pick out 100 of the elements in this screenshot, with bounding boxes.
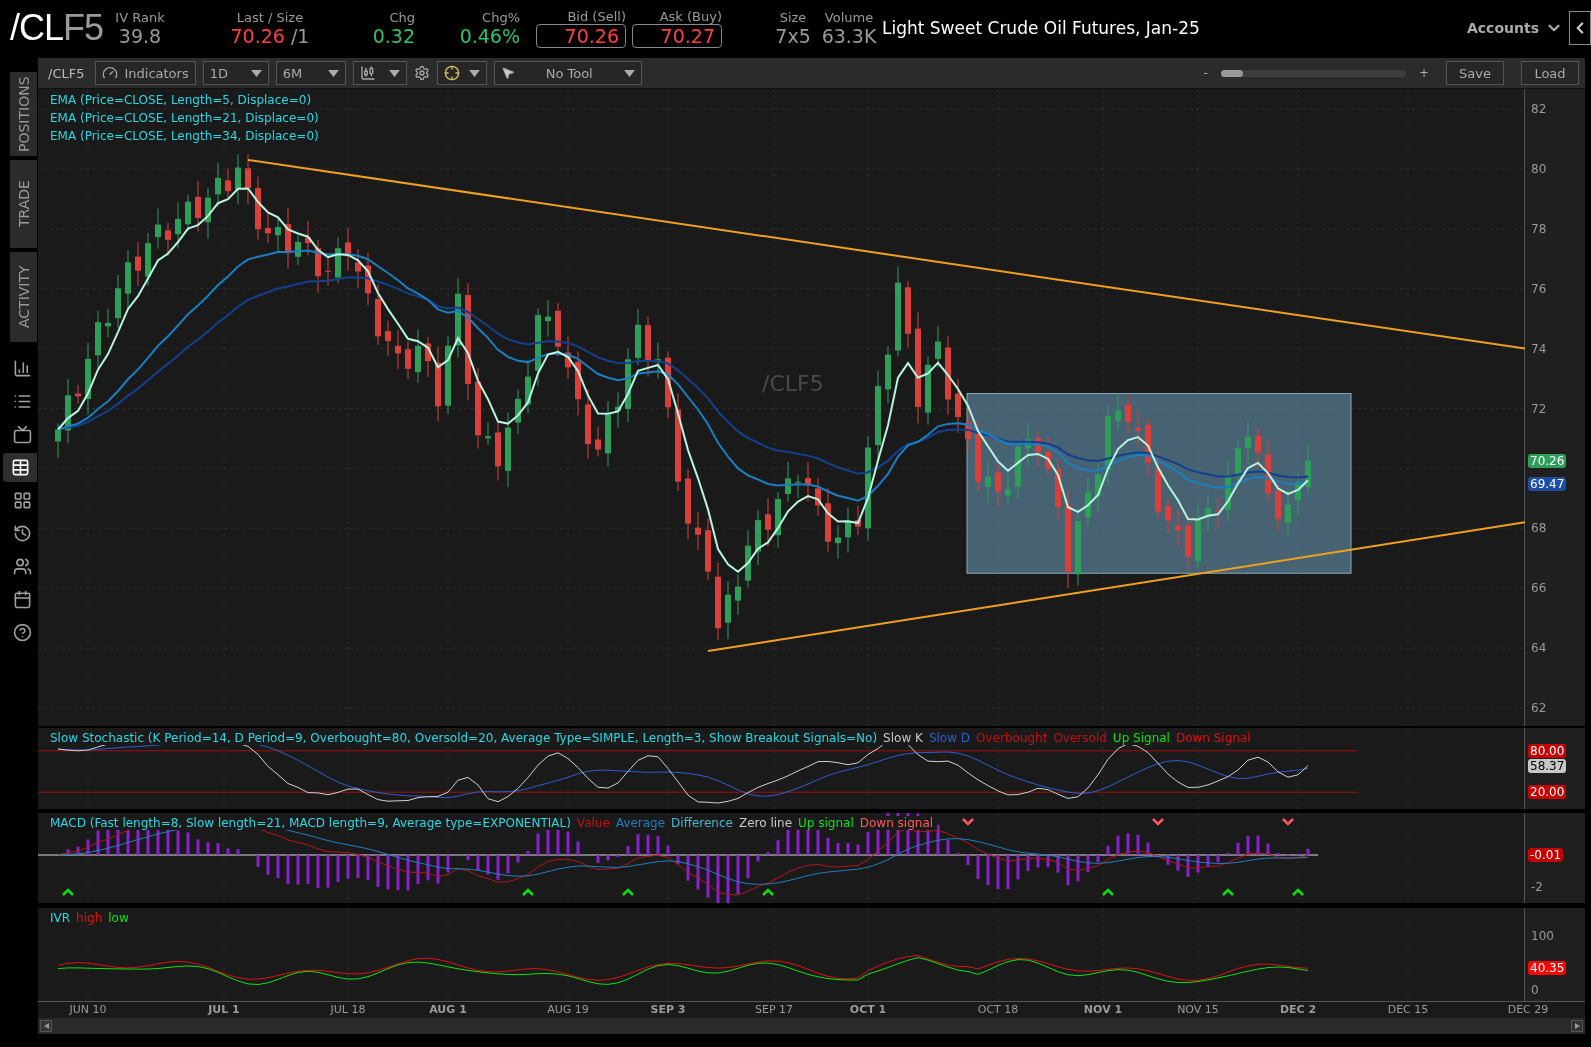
drawing-tool-dropdown[interactable] <box>436 61 487 85</box>
zoom-out-button[interactable]: - <box>1203 66 1208 80</box>
candle <box>95 310 101 372</box>
candle <box>1025 422 1031 466</box>
legend-item: Up Signal <box>1112 731 1170 745</box>
candle <box>1035 430 1041 466</box>
study-title: MACD (Fast length=8, Slow length=21, MACD length=9, Average type=EXPONENTIAL) <box>50 816 571 830</box>
candle <box>135 241 141 287</box>
toolbar-button[interactable]: Load <box>1521 61 1579 85</box>
cursor-icon <box>500 66 515 80</box>
candle <box>415 328 421 384</box>
candle <box>585 389 591 460</box>
legend-item: Slow D <box>928 731 971 745</box>
candle <box>695 511 701 551</box>
side-tab[interactable]: POSITIONS <box>10 72 37 156</box>
zoom-slider[interactable] <box>1220 69 1406 77</box>
side-tab[interactable]: TRADE <box>10 160 37 248</box>
study-label: EMA (Price=CLOSE, Length=34, Displace=0) <box>50 129 319 143</box>
date-label: JUN 10 <box>69 1003 107 1016</box>
scroll-right-button[interactable] <box>1571 1020 1583 1032</box>
candle <box>365 252 371 306</box>
quote-label: Last / Size <box>236 9 304 25</box>
grid-chart-icon[interactable] <box>3 453 37 482</box>
candle <box>825 487 831 553</box>
period-dropdown[interactable]: 1D <box>202 61 269 85</box>
candle <box>1155 451 1161 520</box>
value-badge: -0.01 <box>1528 848 1564 862</box>
candle <box>1285 487 1291 540</box>
candle <box>1135 411 1141 448</box>
caret-icon <box>388 69 400 77</box>
candle <box>395 329 401 370</box>
date-label: OCT 1 <box>849 1003 887 1016</box>
date-label: SEP 17 <box>754 1003 794 1016</box>
zoom-in-button[interactable]: + <box>1418 66 1429 80</box>
price-label: 76 <box>1531 281 1547 296</box>
candle <box>375 283 381 346</box>
tool-dropdown[interactable]: No Tool <box>493 61 642 85</box>
study-title: IVR <box>50 911 71 925</box>
candle <box>655 342 661 379</box>
candle <box>1225 459 1231 522</box>
accounts-menu[interactable]: Accounts <box>1467 20 1539 36</box>
zoom-slider-thumb[interactable] <box>1220 69 1244 77</box>
candle <box>515 388 521 435</box>
candle <box>1085 478 1091 528</box>
quote-label: Chg% <box>482 9 520 25</box>
price-label: 72 <box>1531 401 1547 416</box>
candle <box>215 162 221 208</box>
price-box[interactable]: 70.27 <box>632 23 722 48</box>
legend-item: Down Signal <box>1175 731 1251 745</box>
quote-label: IV Rank <box>115 9 165 25</box>
quote-value: 7x5 <box>775 24 811 47</box>
quote-label: Bid (Sell) <box>567 8 626 24</box>
candle <box>555 302 561 357</box>
quote-label: Ask (Buy) <box>659 8 722 24</box>
caret-icon <box>250 69 262 77</box>
date-label: DEC 15 <box>1387 1003 1429 1016</box>
candlestick-icon <box>359 65 376 81</box>
candle <box>115 274 121 329</box>
candle <box>1175 509 1181 548</box>
axis-label: -2 <box>1531 880 1543 894</box>
candle <box>995 461 1001 507</box>
candle <box>75 384 81 404</box>
chart-type-dropdown[interactable] <box>352 61 407 85</box>
date-label: AUG 19 <box>547 1003 589 1016</box>
contract-description: Light Sweet Crude Oil Futures, Jan-25 <box>882 18 1201 38</box>
candle <box>605 400 611 467</box>
candle <box>545 299 551 338</box>
axis-label: 100 <box>1531 929 1554 943</box>
candle <box>935 325 941 368</box>
candle <box>105 308 111 338</box>
candle <box>295 235 301 266</box>
candle <box>55 423 61 459</box>
caret-icon <box>327 69 339 77</box>
collapse-button[interactable] <box>1569 11 1591 45</box>
price-label: 64 <box>1531 641 1547 656</box>
legend-item: Value <box>576 816 610 830</box>
candle <box>965 409 971 450</box>
candle <box>1095 459 1101 513</box>
range-dropdown[interactable]: 6M <box>275 61 346 85</box>
toolbar-button[interactable]: Save <box>1446 61 1504 85</box>
candle <box>495 420 501 482</box>
indicators-button[interactable]: Indicators <box>95 61 196 85</box>
candle <box>485 421 491 446</box>
legend-item: Overbought <box>976 731 1048 745</box>
candle <box>305 220 311 256</box>
candle <box>725 580 731 640</box>
side-tab[interactable]: ACTIVITY <box>10 252 37 342</box>
candle <box>755 509 761 566</box>
scroll-left-button[interactable] <box>40 1020 52 1032</box>
candle <box>185 194 191 232</box>
legend-item: Down signal <box>859 816 934 830</box>
candle <box>425 336 431 378</box>
caret-icon <box>468 69 480 77</box>
value-badge: 69.47 <box>1528 477 1567 492</box>
chart-symbol: /CLF5 <box>48 65 85 81</box>
settings-icon[interactable] <box>413 65 430 81</box>
date-label: SEP 3 <box>650 1003 686 1016</box>
price-box[interactable]: 70.26 <box>536 23 626 48</box>
candle <box>1055 459 1061 522</box>
candle <box>255 176 261 241</box>
